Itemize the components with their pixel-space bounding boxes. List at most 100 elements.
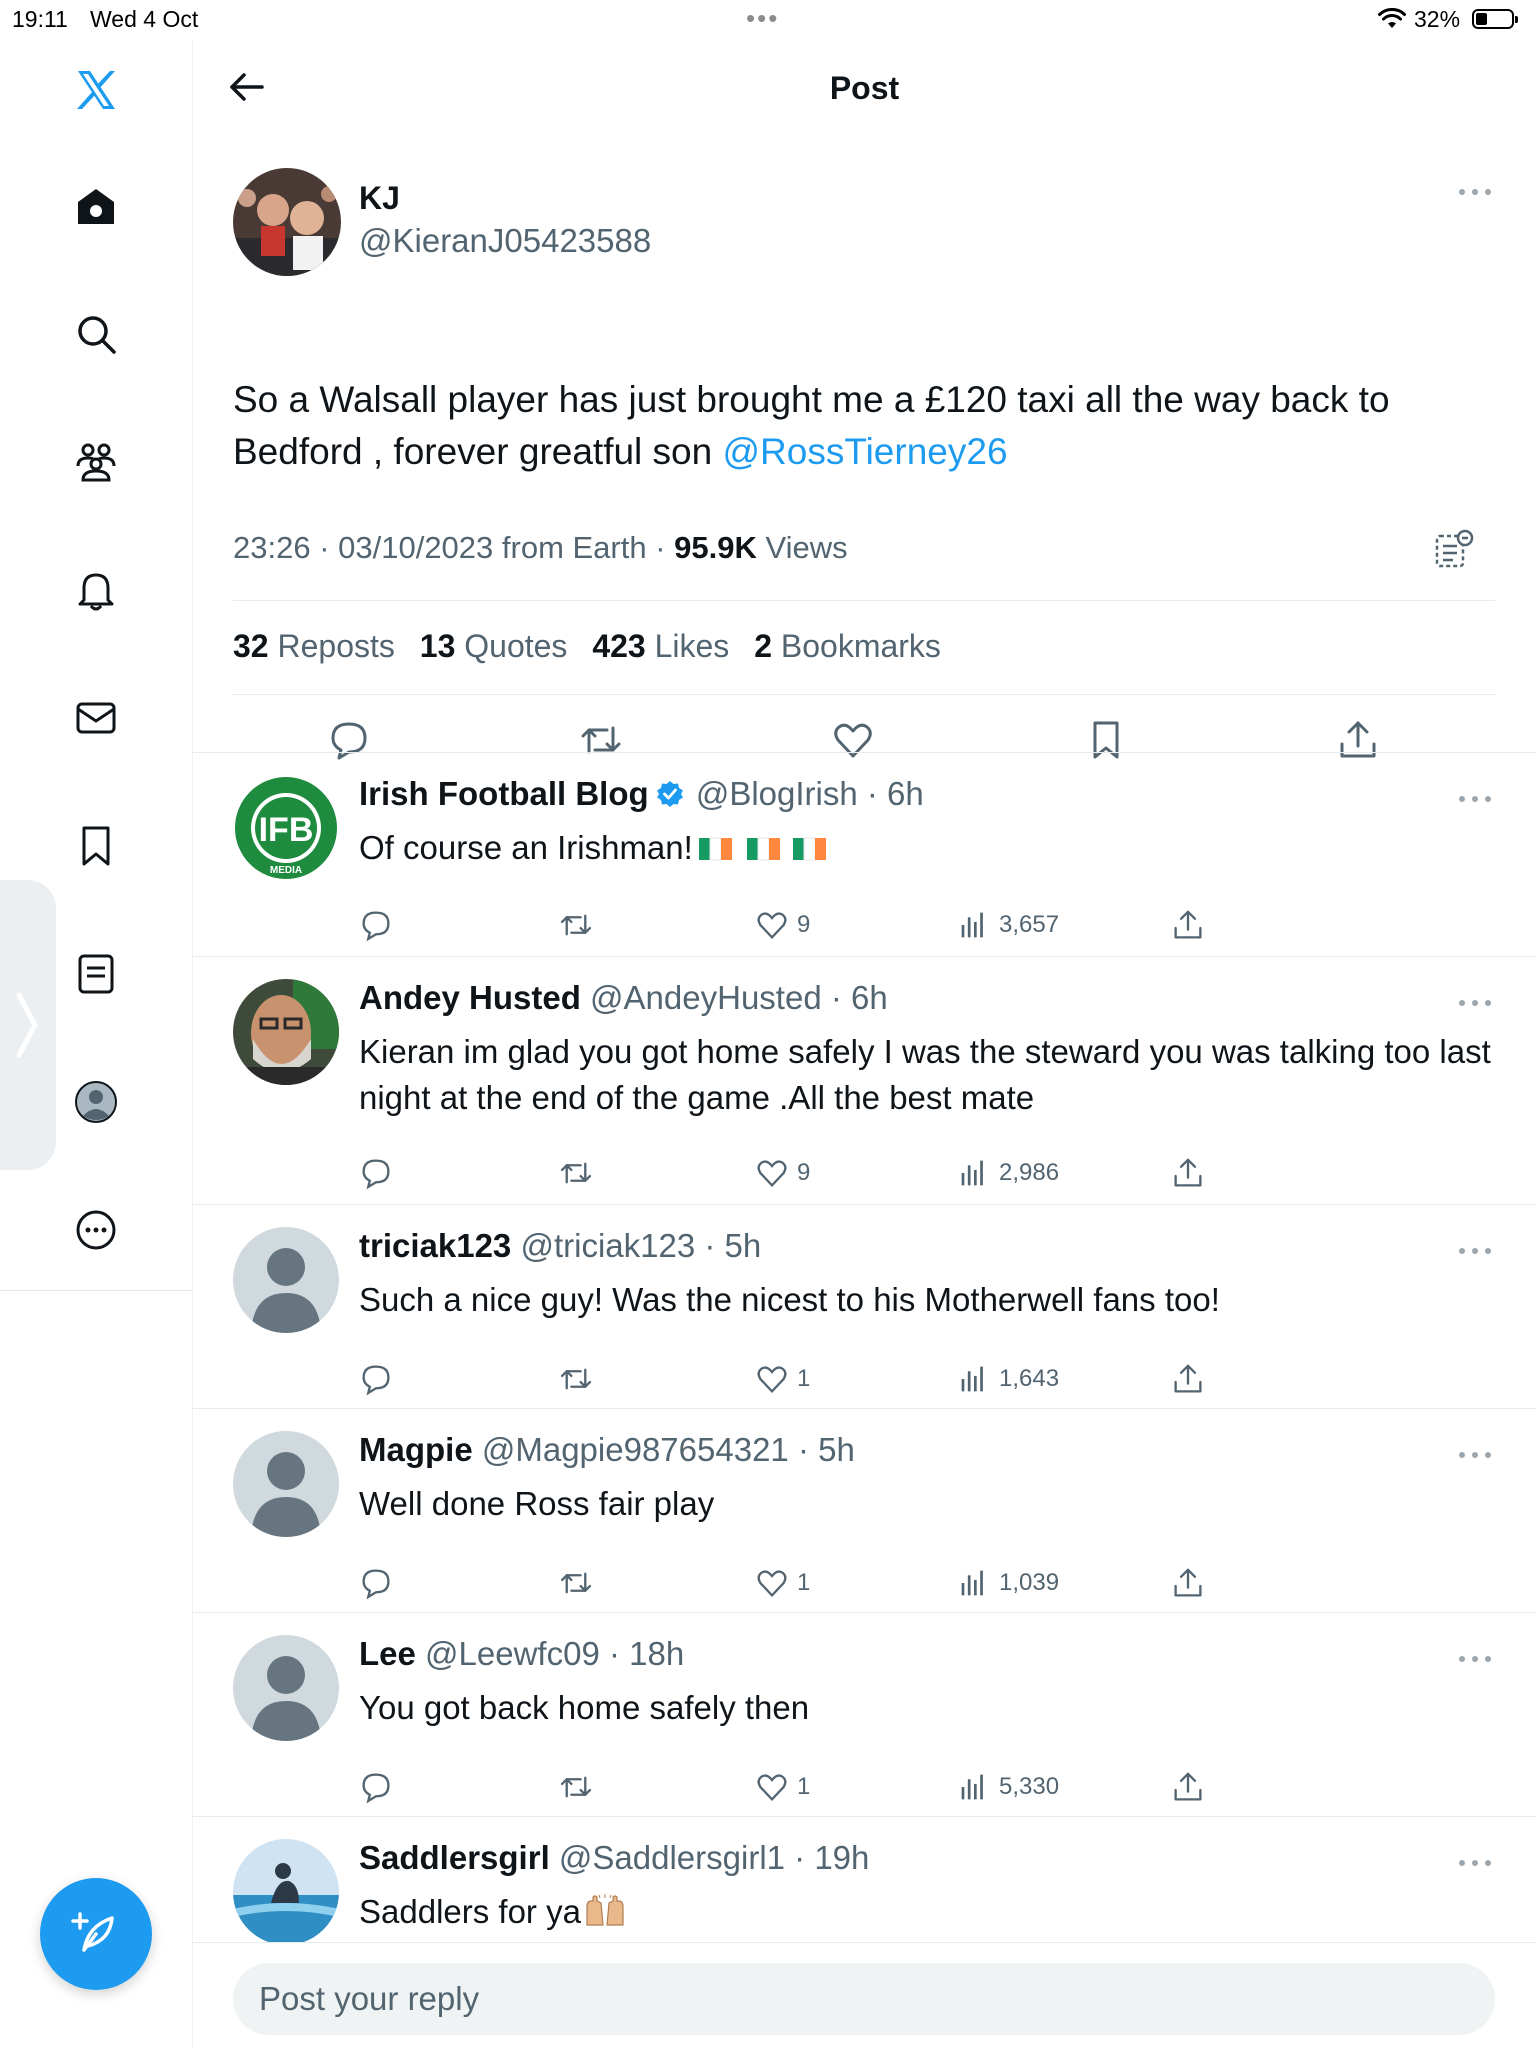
views-button[interactable]: 3,657 [957, 905, 1059, 945]
reply-item[interactable]: Andey Husted @AndeyHusted · 6h Kieran im… [193, 956, 1536, 1204]
reply-avatar[interactable] [233, 979, 339, 1085]
post-analytics-icon[interactable] [1433, 528, 1475, 570]
bookmarks-icon[interactable] [66, 816, 126, 876]
reply-more-icon[interactable] [1455, 993, 1495, 1013]
default-avatar-icon[interactable] [233, 1635, 339, 1741]
post-text: So a Walsall player has just brought me … [233, 374, 1495, 478]
search-icon[interactable] [66, 304, 126, 364]
slide-over-handle[interactable] [0, 880, 56, 1170]
reposts-stat[interactable]: 32 Reposts [233, 628, 395, 664]
author-handle[interactable]: @KieranJ05423588 [359, 222, 651, 260]
x-logo-icon[interactable] [66, 60, 126, 120]
analytics-bars-icon [961, 1160, 983, 1186]
more-options-circle-icon[interactable] [66, 1200, 126, 1260]
reply-actions: 9 3,657 [359, 905, 1259, 945]
reply-avatar[interactable] [233, 1839, 339, 1942]
like-button[interactable]: 9 [755, 1153, 810, 1193]
default-avatar-icon[interactable] [233, 1227, 339, 1333]
reply-handle[interactable]: @Magpie987654321 · 5h [482, 1431, 855, 1468]
reply-more-icon[interactable] [1455, 789, 1495, 809]
reply-icon[interactable] [359, 905, 393, 945]
views-button[interactable]: 2,986 [957, 1153, 1059, 1193]
reply-more-icon[interactable] [1455, 1649, 1495, 1669]
reply-text: Such a nice guy! Was the nicest to his M… [359, 1281, 1220, 1318]
like-button[interactable]: 1 [755, 1359, 810, 1399]
reply-author-name[interactable]: Magpie [359, 1431, 473, 1468]
default-avatar-icon[interactable] [233, 1431, 339, 1537]
reply-actions: 1 1,643 [359, 1359, 1259, 1399]
svg-text:IFB: IFB [259, 811, 314, 849]
like-button[interactable]: 9 [755, 905, 810, 945]
reply-handle[interactable]: @Leewfc09 · 18h [425, 1635, 684, 1672]
like-icon [757, 912, 787, 940]
post-more-icon[interactable] [1455, 182, 1495, 202]
reply-handle[interactable]: @BlogIrish · 6h [696, 775, 924, 812]
reply-icon[interactable] [359, 1767, 393, 1807]
author-avatar[interactable] [233, 168, 341, 276]
reply-item[interactable]: Lee @Leewfc09 · 18h You got back home sa… [193, 1612, 1536, 1816]
reply-icon[interactable] [359, 1359, 393, 1399]
reply-more-icon[interactable] [1455, 1241, 1495, 1261]
notifications-bell-icon[interactable] [66, 560, 126, 620]
like-button[interactable]: 1 [755, 1767, 810, 1807]
battery-icon [1472, 9, 1518, 29]
reply-header: Andey Husted @AndeyHusted · 6h [359, 979, 888, 1017]
reply-avatar[interactable]: IFB MEDIA [233, 775, 339, 881]
reply-author-name[interactable]: Lee [359, 1635, 416, 1672]
reply-header: Magpie @Magpie987654321 · 5h [359, 1431, 855, 1469]
likes-stat[interactable]: 423 Likes [592, 628, 729, 664]
messages-envelope-icon[interactable] [66, 688, 126, 748]
share-icon[interactable] [1171, 1767, 1205, 1807]
share-icon[interactable] [1171, 1563, 1205, 1603]
reply-item[interactable]: Saddlersgirl @Saddlersgirl1 · 19h Saddle… [193, 1816, 1536, 1942]
reply-author-name[interactable]: Andey Husted [359, 979, 581, 1016]
chevron-right-icon [16, 992, 38, 1058]
quotes-stat[interactable]: 13 Quotes [420, 628, 568, 664]
like-icon [757, 1160, 787, 1188]
repost-icon[interactable] [559, 1563, 593, 1603]
share-icon[interactable] [1171, 905, 1205, 945]
like-button[interactable]: 1 [755, 1563, 810, 1603]
multitasking-dots-icon[interactable]: ••• [746, 3, 779, 34]
repost-icon[interactable] [559, 1359, 593, 1399]
repost-icon[interactable] [559, 1153, 593, 1193]
views-button[interactable]: 5,330 [957, 1767, 1059, 1807]
reply-icon[interactable] [359, 1153, 393, 1193]
reply-header: Irish Football Blog @BlogIrish · 6h [359, 775, 924, 817]
bookmarks-label: Bookmarks [780, 628, 941, 664]
reply-input[interactable] [233, 1963, 1495, 2035]
views-count: 2,986 [999, 1159, 1060, 1186]
reply-more-icon[interactable] [1455, 1445, 1495, 1465]
reply-author-name[interactable]: Saddlersgirl [359, 1839, 550, 1876]
reply-icon[interactable] [359, 1563, 393, 1603]
reply-actions: 1 1,039 [359, 1563, 1259, 1603]
communities-icon[interactable] [66, 432, 126, 492]
main-column: Post KJ @KieranJ05423588 So a Walsall pl… [193, 40, 1536, 2048]
home-icon[interactable] [66, 176, 126, 236]
compose-post-button[interactable] [40, 1878, 152, 1990]
bookmarks-stat[interactable]: 2 Bookmarks [754, 628, 941, 664]
reply-item[interactable]: IFB MEDIA Irish Football Blog @BlogIrish… [193, 752, 1536, 956]
likes-count: 423 [592, 628, 646, 664]
repost-icon[interactable] [559, 905, 593, 945]
repost-icon[interactable] [559, 1767, 593, 1807]
divider [233, 694, 1495, 695]
author-name[interactable]: KJ [359, 180, 400, 217]
lists-icon[interactable] [66, 944, 126, 1004]
share-icon[interactable] [1171, 1153, 1205, 1193]
reply-item[interactable]: triciak123 @triciak123 · 5h Such a nice … [193, 1204, 1536, 1408]
reply-handle[interactable]: @triciak123 · 5h [520, 1227, 761, 1264]
reply-author-name[interactable]: triciak123 [359, 1227, 511, 1264]
reply-more-icon[interactable] [1455, 1853, 1495, 1873]
mention-link[interactable]: @RossTierney26 [723, 431, 1008, 472]
share-icon[interactable] [1171, 1359, 1205, 1399]
quotes-count: 13 [419, 628, 456, 664]
reply-handle[interactable]: @Saddlersgirl1 · 19h [559, 1839, 870, 1876]
reply-handle[interactable]: @AndeyHusted · 6h [590, 979, 888, 1016]
profile-avatar-icon[interactable] [66, 1072, 126, 1132]
battery-fill [1476, 13, 1487, 25]
views-button[interactable]: 1,039 [957, 1563, 1059, 1603]
reply-author-name[interactable]: Irish Football Blog [359, 775, 649, 812]
views-button[interactable]: 1,643 [957, 1359, 1059, 1399]
reply-item[interactable]: Magpie @Magpie987654321 · 5h Well done R… [193, 1408, 1536, 1612]
